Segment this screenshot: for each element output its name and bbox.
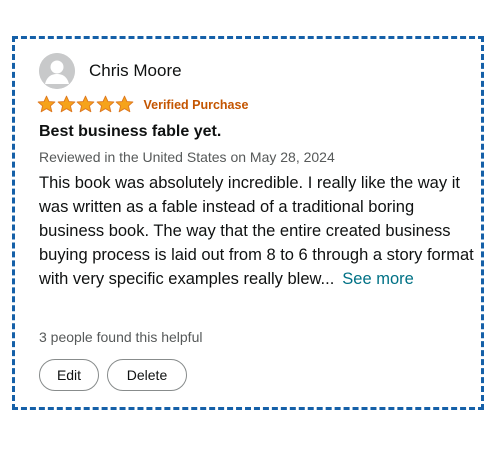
review-date: Reviewed in the United States on May 28,… xyxy=(39,149,335,165)
see-more-link[interactable]: See more xyxy=(342,270,414,288)
review-card: Chris Moore Verified Purchase Best busin… xyxy=(12,36,484,410)
star-icon xyxy=(37,95,56,113)
review-title: Best business fable yet. xyxy=(39,123,222,140)
star-icon xyxy=(76,95,95,113)
helpful-count: 3 people found this helpful xyxy=(39,329,203,345)
star-rating xyxy=(37,95,135,114)
star-icon xyxy=(57,95,75,113)
edit-button[interactable]: Edit xyxy=(39,359,99,391)
reviewer-name[interactable]: Chris Moore xyxy=(89,61,182,81)
rating-row: Verified Purchase xyxy=(37,95,248,114)
star-icon xyxy=(115,95,134,113)
user-avatar-icon xyxy=(39,53,75,89)
star-icon xyxy=(96,95,114,113)
verified-purchase-badge: Verified Purchase xyxy=(143,97,249,112)
review-body: This book was absolutely incredible. I r… xyxy=(39,171,479,291)
reviewer-profile[interactable]: Chris Moore xyxy=(39,53,182,89)
delete-button[interactable]: Delete xyxy=(107,359,187,391)
avatar[interactable] xyxy=(39,53,75,89)
review-actions: Edit Delete xyxy=(39,359,187,391)
